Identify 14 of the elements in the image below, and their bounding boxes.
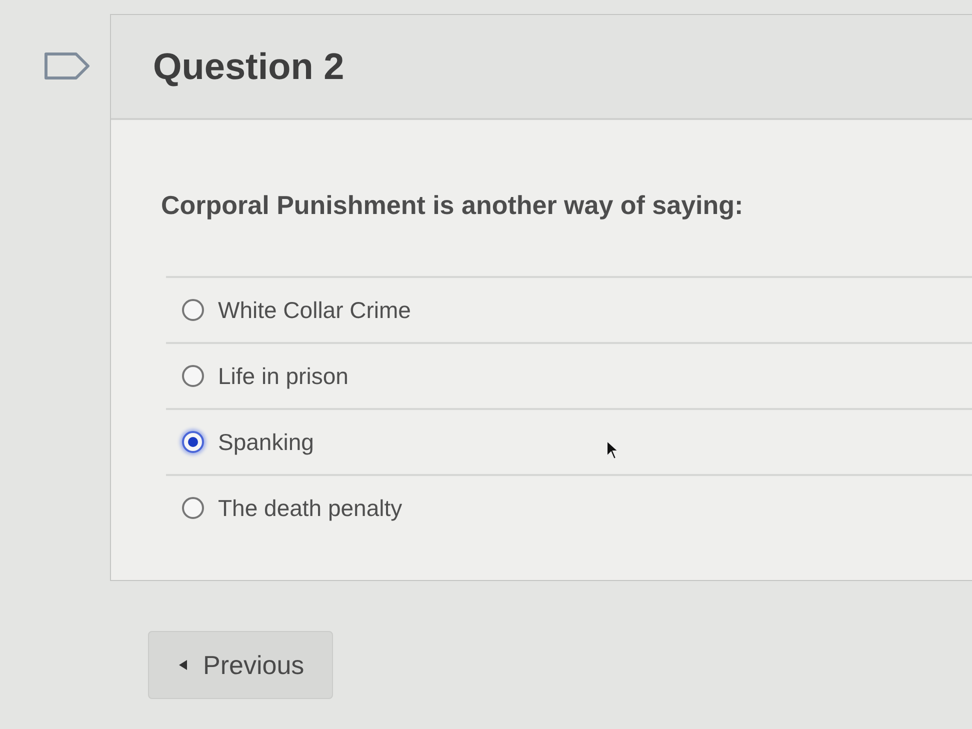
- answer-option[interactable]: The death penalty: [166, 476, 972, 540]
- previous-button[interactable]: Previous: [148, 631, 334, 699]
- answer-option[interactable]: Life in prison: [166, 344, 972, 410]
- cursor-icon: [606, 440, 620, 460]
- radio-button[interactable]: [182, 365, 204, 387]
- question-title: Question 2: [153, 46, 344, 88]
- caret-icon: [179, 660, 187, 670]
- question-text: Corporal Punishment is another way of saying:: [161, 190, 744, 221]
- radio-button[interactable]: [182, 299, 204, 321]
- radio-button[interactable]: [182, 431, 204, 453]
- flag-icon[interactable]: [44, 52, 90, 80]
- answer-option[interactable]: Spanking: [166, 410, 972, 476]
- radio-button[interactable]: [182, 497, 204, 519]
- answer-option[interactable]: White Collar Crime: [166, 278, 972, 344]
